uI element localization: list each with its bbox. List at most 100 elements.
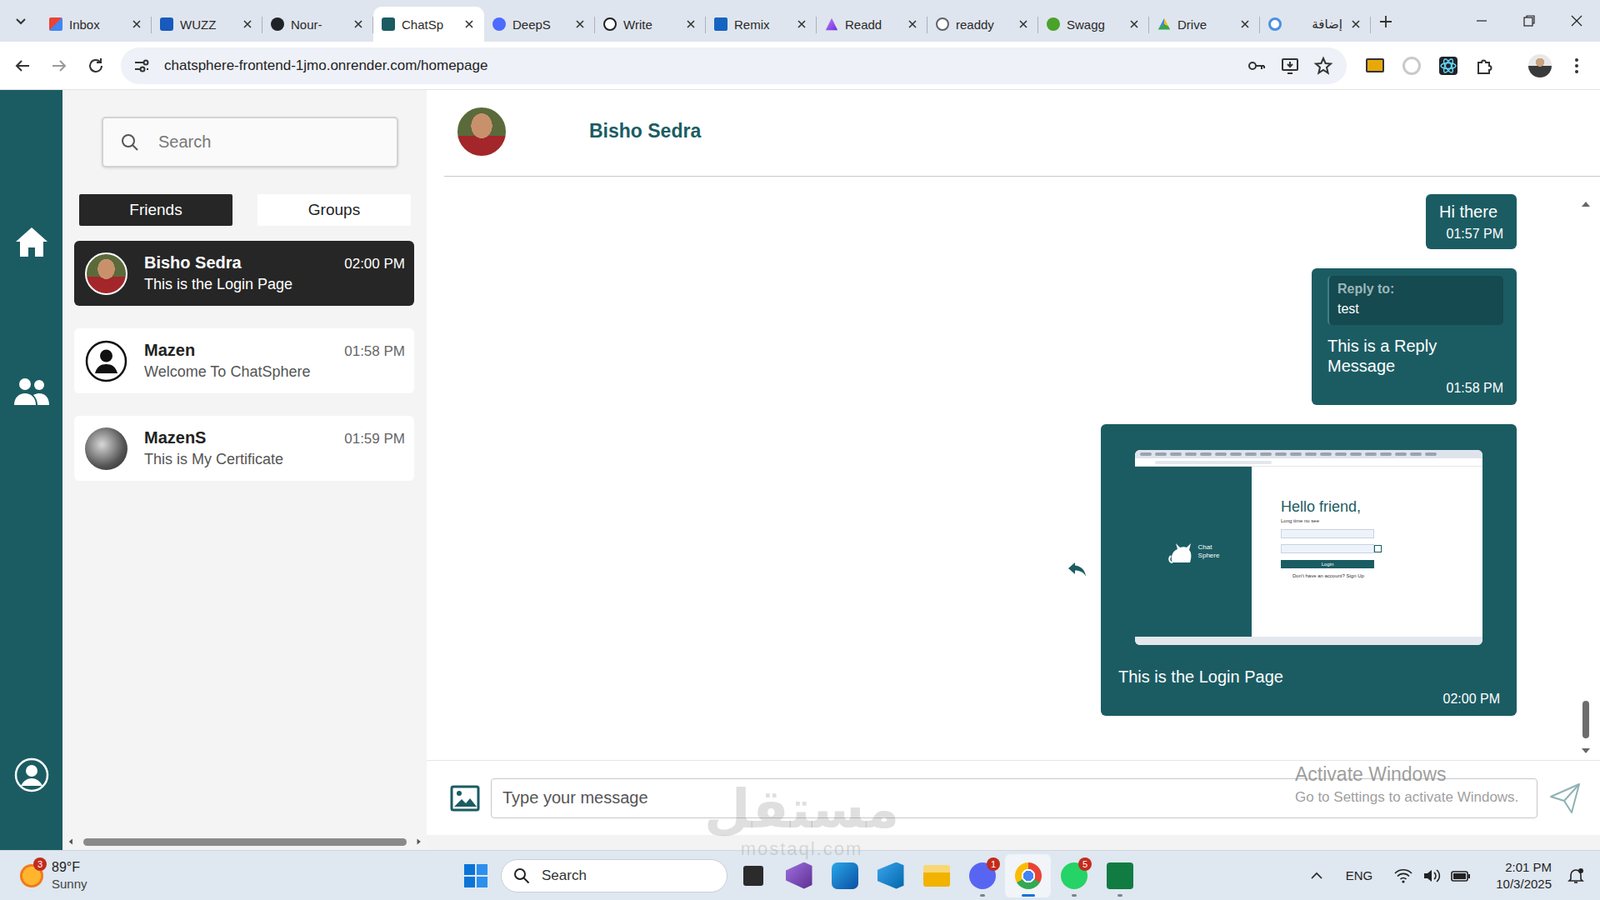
browser-tab[interactable]: readdy — [927, 6, 1039, 42]
image-upload-icon[interactable] — [450, 785, 480, 812]
taskbar-app[interactable]: 1 — [959, 854, 1005, 898]
filter-tab[interactable]: Groups — [257, 194, 411, 226]
scroll-thumb[interactable] — [1582, 700, 1590, 739]
contact-avatar[interactable] — [455, 105, 508, 158]
close-icon[interactable] — [573, 17, 587, 31]
bookmark-star-icon[interactable] — [1313, 55, 1334, 76]
chevron-up-icon[interactable] — [1309, 868, 1325, 884]
browser-tab[interactable]: DeepS — [484, 6, 595, 42]
close-icon[interactable] — [462, 17, 476, 31]
menu-button[interactable] — [1558, 49, 1595, 83]
chat-item[interactable]: Bisho Sedra02:00 PMThis is the Login Pag… — [74, 240, 415, 306]
browser-tab[interactable]: ChatSp — [373, 6, 485, 42]
filter-tab[interactable]: Friends — [79, 194, 233, 226]
scroll-up-icon[interactable] — [1580, 200, 1591, 209]
taskbar-app[interactable] — [775, 854, 822, 898]
chat-item[interactable]: MazenS01:59 PMThis is My Certificate — [74, 415, 415, 481]
browser-tab[interactable]: Nour- — [262, 6, 374, 42]
key-icon[interactable] — [1246, 55, 1267, 76]
taskbar-app[interactable] — [821, 854, 868, 898]
notification-badge: 5 — [1078, 857, 1092, 871]
send-icon[interactable] — [1548, 781, 1582, 815]
browser-tab[interactable]: WUZZ — [151, 6, 263, 42]
taskbar-app[interactable] — [913, 854, 960, 898]
profile-button[interactable] — [1521, 49, 1559, 83]
chat-item[interactable]: Mazen01:58 PMWelcome To ChatSphere — [74, 328, 415, 394]
people-icon[interactable] — [13, 376, 50, 407]
site-watermark: مستقلmostaql.com — [704, 780, 900, 860]
chat-info: Mazen01:58 PMWelcome To ChatSphere — [144, 340, 405, 381]
taskbar-app[interactable] — [1005, 854, 1051, 898]
search-field[interactable]: Search — [101, 116, 399, 168]
taskbar-app[interactable]: 5 — [1050, 854, 1097, 898]
scroll-down-icon[interactable] — [1580, 746, 1591, 755]
message-bubble[interactable]: Hi there01:57 PM — [1425, 194, 1517, 250]
url-field[interactable]: chatsphere-frontend-1jmo.onrender.com/ho… — [120, 47, 1347, 85]
wifi-icon[interactable] — [1394, 867, 1413, 885]
extension-button[interactable] — [1393, 49, 1430, 83]
puzzle-icon — [1475, 55, 1495, 76]
clock[interactable]: 2:01 PM10/3/2025 — [1495, 859, 1552, 892]
browser-tab[interactable]: Drive — [1149, 6, 1260, 42]
home-icon[interactable] — [14, 225, 50, 259]
close-icon[interactable] — [240, 17, 255, 31]
browser-tab[interactable]: Write — [595, 6, 706, 42]
close-window-button[interactable] — [1552, 0, 1600, 42]
browser-tab[interactable]: Remix — [705, 6, 817, 42]
extensions-button[interactable] — [1466, 49, 1504, 83]
message-bubble[interactable]: Reply to:testThis is a Reply Message01:5… — [1311, 268, 1517, 405]
volume-icon[interactable] — [1422, 867, 1441, 885]
restore-button[interactable] — [1505, 0, 1553, 42]
taskbar-app[interactable] — [730, 854, 776, 898]
notification-bell-icon[interactable] — [1566, 866, 1585, 885]
browser-tab[interactable]: Swagg — [1038, 6, 1150, 42]
scroll-left-icon[interactable] — [67, 837, 75, 846]
close-icon[interactable] — [795, 17, 809, 31]
reply-text: test — [1337, 301, 1495, 317]
attached-screenshot[interactable]: ChatSphereHello friend,Long time no seeL… — [1135, 450, 1483, 645]
extension-button[interactable] — [1430, 49, 1467, 83]
browser-tab[interactable]: إضافة — [1260, 6, 1371, 42]
close-icon[interactable] — [1127, 17, 1141, 31]
extension-button[interactable] — [1356, 49, 1394, 83]
reply-arrow-icon[interactable] — [1067, 560, 1088, 580]
scroll-right-icon[interactable] — [415, 837, 423, 846]
reload-button[interactable] — [77, 49, 115, 83]
quoted-message[interactable]: Reply to:test — [1327, 275, 1504, 325]
close-icon[interactable] — [351, 17, 365, 31]
forward-button[interactable] — [40, 49, 78, 83]
vertical-scrollbar[interactable] — [1580, 176, 1592, 760]
close-icon[interactable] — [130, 17, 144, 31]
profile-icon[interactable] — [14, 757, 50, 793]
input-language[interactable]: ENG — [1345, 868, 1374, 883]
tab-label: ChatSp — [401, 17, 456, 32]
message-input[interactable]: Type your message — [490, 778, 1538, 819]
horizontal-scrollbar[interactable] — [62, 833, 427, 850]
tab-search-button[interactable] — [3, 3, 39, 39]
close-icon[interactable] — [1349, 17, 1363, 31]
close-icon[interactable] — [905, 17, 920, 31]
close-icon[interactable] — [1238, 17, 1252, 31]
browser-tab[interactable]: Readd — [816, 6, 928, 42]
back-arrow-icon — [13, 56, 32, 75]
weather-widget[interactable]: 389°FSunny — [0, 860, 458, 891]
back-button[interactable] — [4, 49, 41, 83]
taskbar-app[interactable] — [867, 854, 914, 898]
running-indicator — [1071, 894, 1077, 897]
close-icon[interactable] — [684, 17, 698, 31]
battery-icon[interactable] — [1450, 867, 1471, 885]
close-icon[interactable] — [1016, 17, 1030, 31]
scroll-thumb[interactable] — [83, 838, 407, 846]
start-button[interactable] — [457, 854, 495, 898]
install-app-icon[interactable] — [1280, 55, 1300, 76]
taskbar-search[interactable]: Search — [500, 859, 728, 893]
extension-icon — [1268, 17, 1282, 31]
new-tab-button[interactable] — [1370, 6, 1401, 37]
browser-tab[interactable]: Inbox — [40, 6, 152, 42]
message-bubble[interactable]: ChatSphereHello friend,Long time no seeL… — [1100, 424, 1517, 716]
activation-watermark: Activate WindowsGo to Settings to activa… — [1295, 763, 1519, 806]
taskbar-app[interactable] — [1096, 854, 1143, 898]
chat-preview: Welcome To ChatSphere — [144, 363, 405, 381]
minimize-button[interactable] — [1457, 0, 1505, 42]
site-settings-icon[interactable] — [132, 56, 151, 75]
